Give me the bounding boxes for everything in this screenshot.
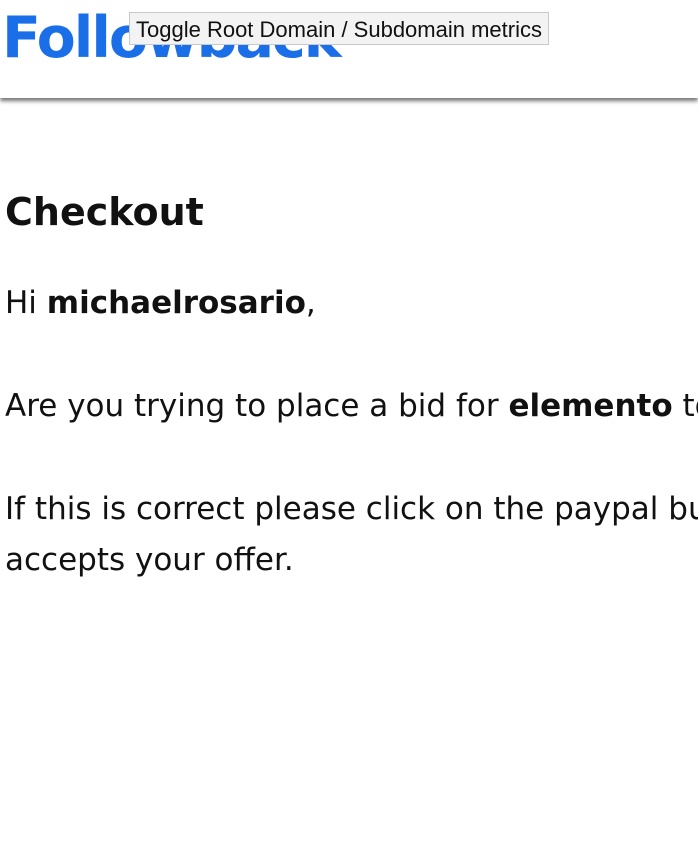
metrics-toggle-tooltip: Toggle Root Domain / Subdomain metrics: [129, 12, 549, 45]
page-title: Checkout: [5, 190, 204, 234]
bid-prefix: Are you trying to place a bid for: [5, 388, 509, 424]
instruction-line-1: If this is correct please click on the p…: [5, 491, 698, 527]
instruction-line-2: accepts your offer.: [5, 542, 294, 578]
paypal-instruction-text: If this is correct please click on the p…: [5, 484, 698, 586]
greeting-text: Hi michaelrosario,: [5, 278, 316, 329]
site-header: Followback Toggle Root Domain / Subdomai…: [0, 0, 698, 98]
username: michaelrosario: [46, 285, 306, 321]
bid-suffix: to: [682, 388, 698, 424]
bid-item-name: elemento: [508, 388, 673, 424]
greeting-suffix: ,: [305, 285, 316, 321]
bid-confirmation-text: Are you trying to place a bid for elemen…: [5, 381, 698, 432]
greeting-prefix: Hi: [5, 285, 47, 321]
